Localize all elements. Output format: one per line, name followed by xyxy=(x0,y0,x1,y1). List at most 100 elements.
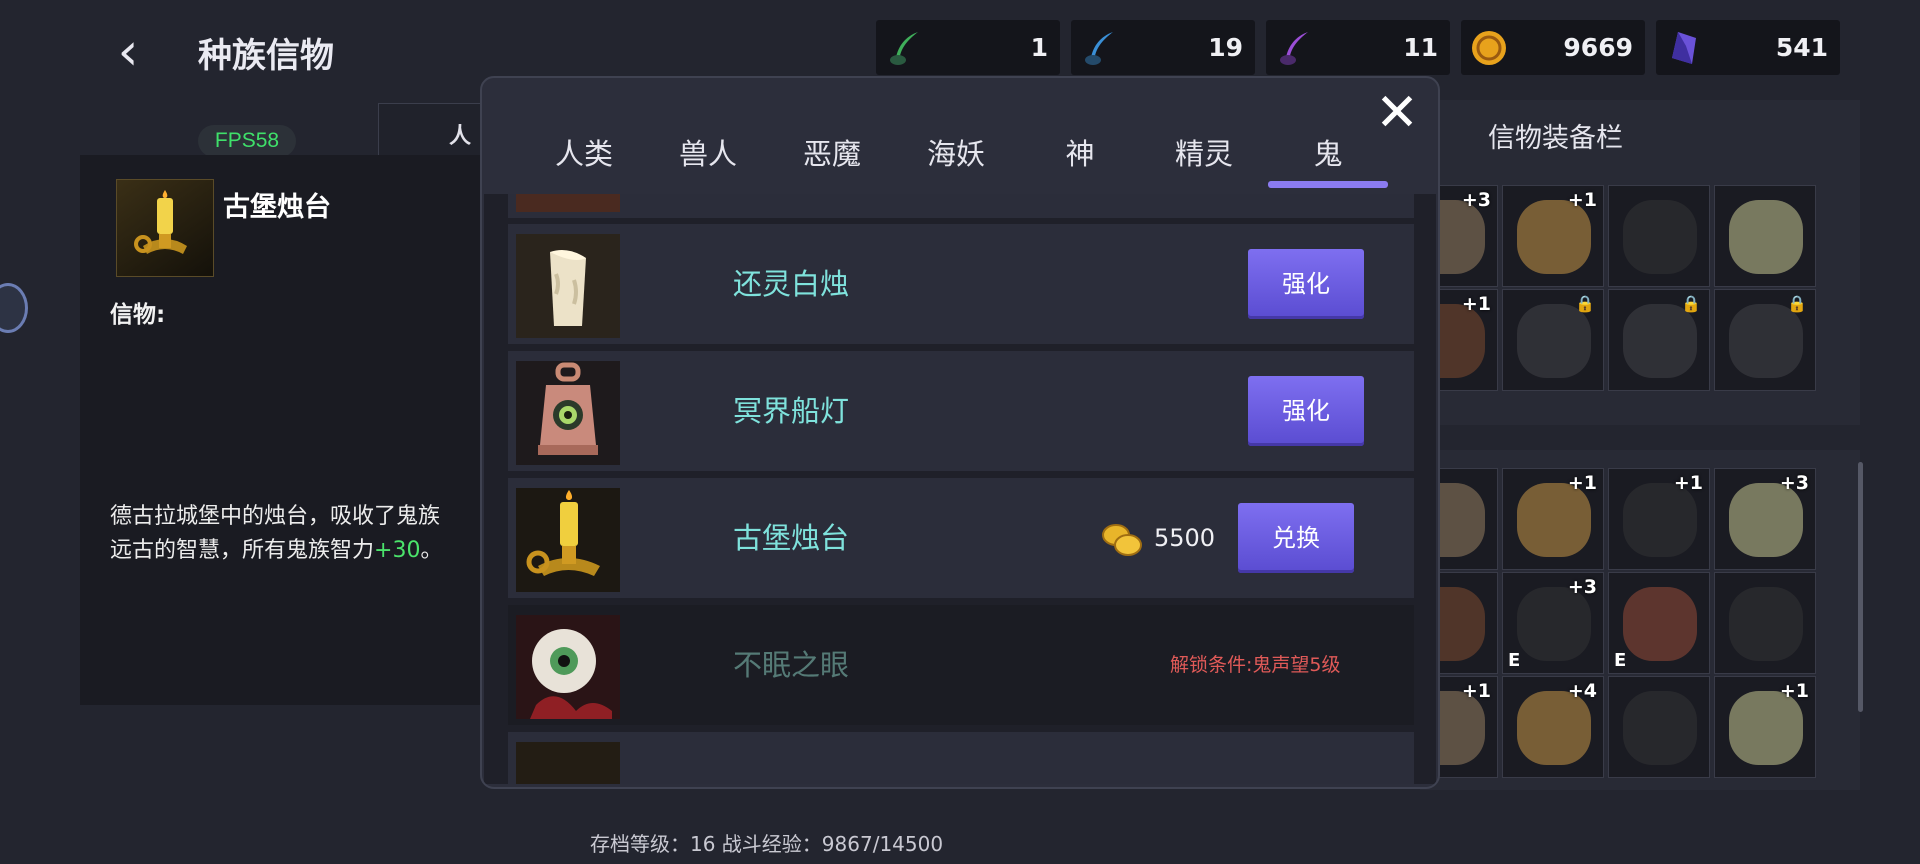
save-stats: 存档等级：16 战斗经验：9867/14500 xyxy=(590,832,944,856)
item-art xyxy=(1517,304,1591,378)
tab-demon[interactable]: 恶魔 xyxy=(770,126,894,182)
tab-elf[interactable]: 精灵 xyxy=(1142,126,1266,182)
list-item: 古堡烛台 5500 兑换 xyxy=(508,478,1414,598)
inventory-slot[interactable]: +1 xyxy=(1608,468,1710,570)
relic-list[interactable]: 还灵白烛 强化 冥界船灯 强化 古堡烛台 5500 兑换 不眠之眼 解锁条件:鬼… xyxy=(484,194,1436,784)
currency-value: 11 xyxy=(1403,33,1438,62)
currency-blue-quill: 19 xyxy=(1071,20,1255,75)
desc-bonus: +30 xyxy=(374,538,421,563)
relic-detail-panel: 古堡烛台 信物: 德古拉城堡中的烛台，吸收了鬼族远古的智慧，所有鬼族智力+30。 xyxy=(80,155,480,705)
item-art xyxy=(1729,304,1803,378)
item-art xyxy=(1517,483,1591,557)
relic-name: 冥界船灯 xyxy=(733,394,850,428)
gold-coin-icon xyxy=(1102,524,1142,556)
currency-value: 541 xyxy=(1775,33,1828,62)
inventory-slot[interactable] xyxy=(1608,676,1710,778)
inventory-scrollbar[interactable] xyxy=(1858,462,1863,712)
equip-slot[interactable]: 🔒 xyxy=(1502,289,1604,391)
candlestick-icon xyxy=(116,179,214,277)
item-art xyxy=(1623,200,1697,274)
race-tabs: 人类 兽人 恶魔 海妖 神 精灵 鬼 xyxy=(522,126,1390,188)
inventory-slot[interactable]: E xyxy=(1608,572,1710,674)
lock-icon: 🔒 xyxy=(1575,294,1595,313)
currency-value: 1 xyxy=(1030,33,1048,62)
item-art xyxy=(1517,587,1591,661)
upgrade-level: +3 xyxy=(1567,576,1597,598)
list-item: 还灵白烛 强化 xyxy=(508,224,1414,344)
relic-thumb-partial xyxy=(516,194,620,212)
inventory-slot[interactable]: +4 xyxy=(1502,676,1604,778)
page-title: 种族信物 xyxy=(198,36,334,76)
equipped-mark: E xyxy=(1614,650,1627,671)
blue-quill-icon xyxy=(1085,32,1113,65)
inventory-slot[interactable]: +3 E xyxy=(1502,572,1604,674)
tab-siren[interactable]: 海妖 xyxy=(894,126,1018,182)
inventory-slot[interactable]: +1 xyxy=(1502,468,1604,570)
list-item-locked: 不眠之眼 解锁条件:鬼声望5级 xyxy=(508,605,1414,725)
equip-slot[interactable]: +1 xyxy=(1502,185,1604,287)
upgrade-level: +1 xyxy=(1461,293,1491,315)
upgrade-button[interactable]: 强化 xyxy=(1248,249,1364,319)
item-art xyxy=(1623,691,1697,765)
currency-bar: 1 19 11 9669 541 xyxy=(876,20,1840,75)
upgrade-level: +1 xyxy=(1567,189,1597,211)
purple-quill-icon xyxy=(1280,32,1308,65)
list-item: 冥界船灯 强化 xyxy=(508,351,1414,471)
back-arrow-icon[interactable]: ‹ xyxy=(108,22,148,82)
lock-icon: 🔒 xyxy=(1787,294,1807,313)
item-art xyxy=(1623,483,1697,557)
unlock-condition: 解锁条件:鬼声望5级 xyxy=(1170,654,1341,676)
upgrade-button[interactable]: 强化 xyxy=(1248,376,1364,446)
exchange-button[interactable]: 兑换 xyxy=(1238,503,1354,573)
relic-thumb-partial xyxy=(516,742,620,784)
item-art xyxy=(1623,304,1697,378)
equip-slot[interactable] xyxy=(1608,185,1710,287)
side-ring-icon[interactable] xyxy=(0,283,28,333)
equip-slot[interactable] xyxy=(1714,185,1816,287)
lock-icon: 🔒 xyxy=(1681,294,1701,313)
item-art xyxy=(1623,587,1697,661)
castle-candlestick-icon xyxy=(516,488,620,592)
tab-orc[interactable]: 兽人 xyxy=(646,126,770,182)
item-art xyxy=(1517,200,1591,274)
currency-green-quill: 1 xyxy=(876,20,1060,75)
gold-coin-icon xyxy=(1472,31,1506,65)
inventory-slot[interactable]: +3 xyxy=(1714,468,1816,570)
item-art xyxy=(1517,691,1591,765)
upgrade-level: +1 xyxy=(1461,680,1491,702)
upgrade-level: +3 xyxy=(1461,189,1491,211)
item-art xyxy=(1729,691,1803,765)
relic-price: 5500 xyxy=(1154,524,1216,552)
purple-crystal-icon xyxy=(1672,32,1696,64)
inventory-slot[interactable]: +1 xyxy=(1714,676,1816,778)
item-art xyxy=(1729,587,1803,661)
list-item-partial xyxy=(508,732,1414,784)
relic-name: 不眠之眼 xyxy=(733,648,850,682)
tab-god[interactable]: 神 xyxy=(1018,126,1142,182)
item-art xyxy=(1729,483,1803,557)
white-candle-icon xyxy=(516,234,620,338)
upgrade-level: +1 xyxy=(1567,472,1597,494)
relic-label: 信物: xyxy=(110,302,166,328)
tab-ghost[interactable]: 鬼 xyxy=(1266,126,1390,188)
fps-counter: FPS58 xyxy=(198,125,296,157)
currency-value: 19 xyxy=(1208,33,1243,62)
list-item-partial xyxy=(508,194,1414,218)
inventory-slot[interactable] xyxy=(1714,572,1816,674)
relic-name: 古堡烛台 xyxy=(733,521,850,555)
equipped-mark: E xyxy=(1508,650,1521,671)
underworld-lantern-icon xyxy=(516,361,620,465)
equip-slot[interactable]: 🔒 xyxy=(1714,289,1816,391)
sleepless-eye-icon xyxy=(516,615,620,719)
relic-shop-modal: ✕ 人类 兽人 恶魔 海妖 神 精灵 鬼 还灵白烛 强化 冥界船灯 强化 古堡烛… xyxy=(480,76,1440,789)
upgrade-level: +1 xyxy=(1673,472,1703,494)
equip-panel-title: 信物装备栏 xyxy=(1488,123,1623,154)
currency-purple-crystal: 541 xyxy=(1656,20,1840,75)
tab-human[interactable]: 人类 xyxy=(522,126,646,182)
currency-value: 9669 xyxy=(1563,33,1633,62)
item-art xyxy=(1729,200,1803,274)
currency-purple-quill: 11 xyxy=(1266,20,1450,75)
equip-slot[interactable]: 🔒 xyxy=(1608,289,1710,391)
relic-description: 德古拉城堡中的烛台，吸收了鬼族远古的智慧，所有鬼族智力+30。 xyxy=(110,500,450,568)
upgrade-level: +4 xyxy=(1567,680,1597,702)
